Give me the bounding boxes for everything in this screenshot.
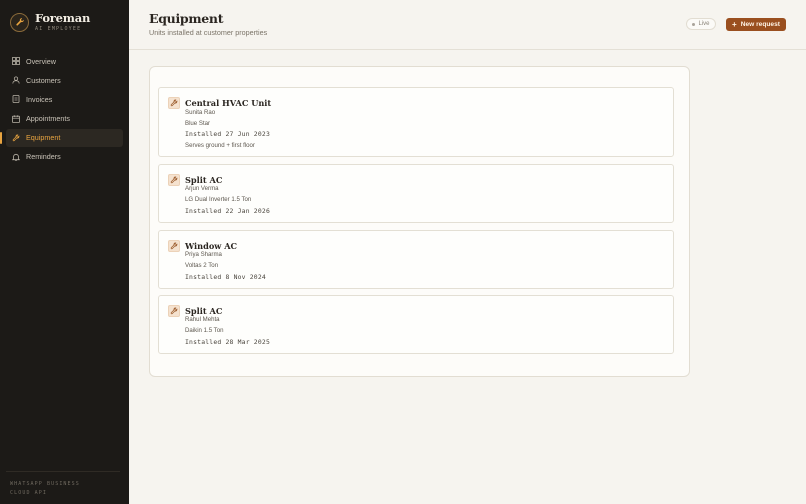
equipment-name: Central HVAC Unit [185,98,272,108]
wrench-icon [168,174,180,186]
status-dot-icon [692,22,696,26]
equipment-customer: Rahul Mehta [185,316,220,323]
page-header: Equipment Units installed at customer pr… [129,0,806,50]
live-status-badge: Live [686,18,716,30]
user-icon [12,76,20,84]
equipment-model: Blue Star [185,120,211,127]
wrench-logo-icon [10,12,29,32]
wrench-icon [12,134,20,142]
new-request-button[interactable]: + New request [726,18,786,31]
calendar-icon [12,114,20,123]
plus-icon: + [732,20,737,29]
brand[interactable]: Foreman AI EMPLOYEE [10,12,90,32]
wrench-icon [168,240,180,252]
equipment-model: Daikin 1.5 Ton [185,327,224,334]
brand-tagline: AI EMPLOYEE [35,26,82,32]
equipment-installed-date: Installed 28 Mar 2025 [185,338,270,346]
sidebar-item-label: Invoices [26,94,53,104]
brand-name: Foreman [35,11,91,25]
bell-icon [12,153,20,161]
sidebar-item-customers[interactable]: Customers [6,71,123,89]
sidebar: Foreman AI EMPLOYEE Overview Customers I… [0,0,129,504]
equipment-model: Voltas 2 Ton [185,262,219,269]
equipment-card[interactable]: Split AC Rahul Mehta Daikin 1.5 Ton Inst… [158,295,674,354]
equipment-note: Serves ground + first floor [185,142,255,149]
equipment-panel: Central HVAC Unit Sunita Rao Blue Star I… [149,66,690,377]
sidebar-nav: Overview Customers Invoices Appointments… [0,52,123,167]
equipment-card[interactable]: Window AC Priya Sharma Voltas 2 Ton Inst… [158,230,674,289]
sidebar-item-appointments[interactable]: Appointments [6,110,123,128]
equipment-customer: Priya Sharma [185,251,222,258]
sidebar-item-label: Reminders [26,152,61,162]
equipment-installed-date: Installed 8 Nov 2024 [185,273,266,281]
footer-line-2: CLOUD API [10,490,47,496]
equipment-name: Split AC [185,175,223,185]
equipment-customer: Sunita Rao [185,109,216,116]
sidebar-item-reminders[interactable]: Reminders [6,148,123,166]
invoice-icon [12,95,20,104]
grid-icon [12,57,20,65]
equipment-customer: Arjun Verma [185,185,219,192]
equipment-card[interactable]: Split AC Arjun Verma LG Dual Inverter 1.… [158,164,674,223]
equipment-installed-date: Installed 27 Jun 2023 [185,130,270,138]
equipment-name: Split AC [185,306,223,316]
sidebar-item-equipment[interactable]: Equipment [0,128,123,147]
live-label: Live [698,21,710,27]
sidebar-item-overview[interactable]: Overview [6,52,123,70]
sidebar-footer: WHATSAPP BUSINESS CLOUD API [10,480,80,498]
equipment-card[interactable]: Central HVAC Unit Sunita Rao Blue Star I… [158,87,674,157]
sidebar-item-label: Appointments [26,114,70,124]
equipment-name: Window AC [185,241,238,251]
wrench-icon [168,97,180,109]
sidebar-item-label: Customers [26,75,61,85]
wrench-icon [168,305,180,317]
sidebar-item-label: Equipment [26,133,61,143]
page-title: Equipment [149,11,224,26]
page-subtitle: Units installed at customer properties [149,28,268,37]
sidebar-item-invoices[interactable]: Invoices [6,90,123,108]
footer-line-1: WHATSAPP BUSINESS [10,481,80,487]
sidebar-divider [6,471,120,472]
equipment-installed-date: Installed 22 Jan 2026 [185,207,270,215]
sidebar-item-label: Overview [26,56,56,66]
equipment-model: LG Dual Inverter 1.5 Ton [185,196,252,203]
new-request-label: New request [740,21,780,28]
